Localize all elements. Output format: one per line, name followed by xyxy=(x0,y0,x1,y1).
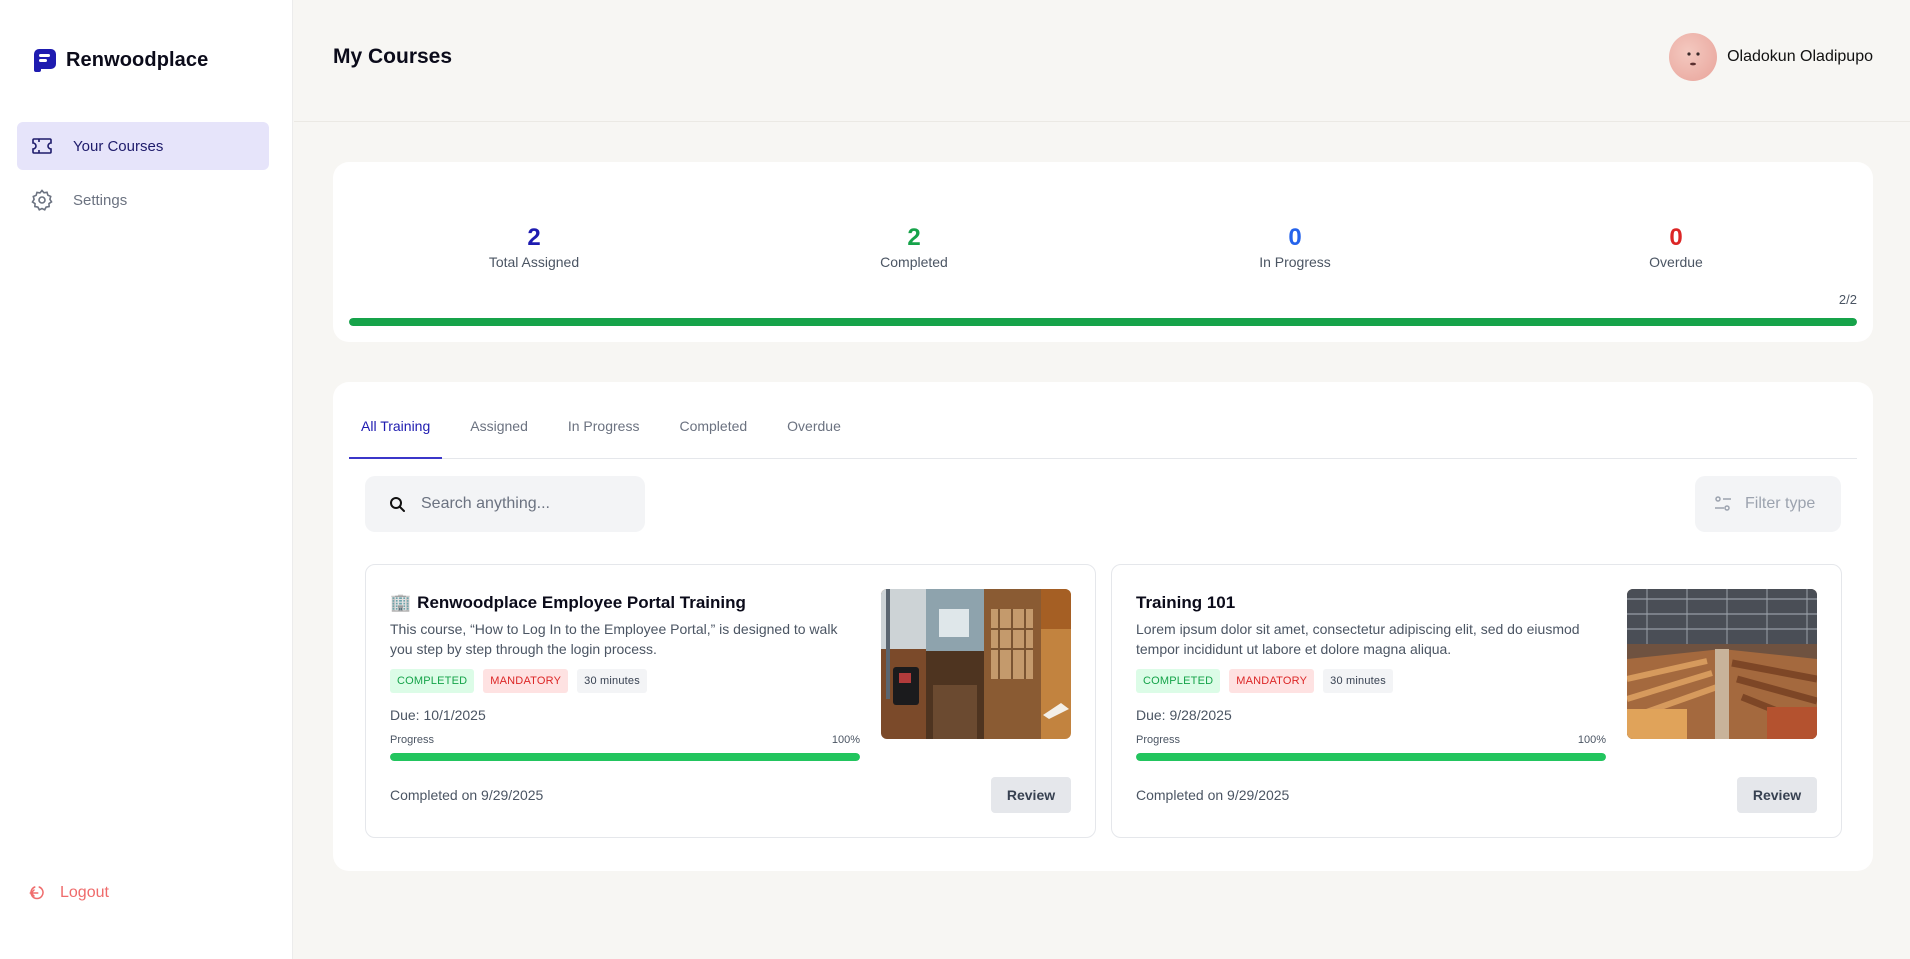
user-profile[interactable]: Oladokun Oladipupo xyxy=(1669,33,1873,81)
stat-value: 0 xyxy=(1669,224,1683,251)
course-title-row: Training 101 xyxy=(1136,593,1235,613)
due-date: Due: 9/28/2025 xyxy=(1136,707,1232,723)
tab-completed[interactable]: Completed xyxy=(667,382,759,459)
duration-badge: 30 minutes xyxy=(1323,669,1393,693)
duration-badge: 30 minutes xyxy=(577,669,647,693)
progress-percent: 100% xyxy=(831,734,860,746)
sidebar-item-label: Your Courses xyxy=(73,137,164,155)
course-title: Training 101 xyxy=(1136,593,1236,612)
tab-all-training[interactable]: All Training xyxy=(349,382,443,459)
brand-logo-icon xyxy=(34,49,56,72)
stat-completed: 2 Completed xyxy=(784,224,1044,270)
mandatory-badge: MANDATORY xyxy=(483,669,569,693)
ticket-icon xyxy=(32,138,52,154)
stat-value: 2 xyxy=(907,224,921,251)
review-button[interactable]: Review xyxy=(1737,777,1817,813)
tab-assigned[interactable]: Assigned xyxy=(458,382,540,459)
completed-on: Completed on 9/29/2025 xyxy=(390,787,544,803)
logout-icon xyxy=(29,886,44,900)
sidebar: Renwoodplace Your Courses Settings Logou… xyxy=(0,0,293,959)
course-title: Renwoodplace Employee Portal Training xyxy=(417,593,746,612)
course-thumbnail xyxy=(881,589,1071,739)
course-card: Training 101 Lorem ipsum dolor sit amet,… xyxy=(1111,564,1842,838)
stat-in-progress: 0 In Progress xyxy=(1165,224,1425,270)
progress-fill xyxy=(390,753,860,761)
due-date: Due: 10/1/2025 xyxy=(390,707,486,723)
stat-total-assigned: 2 Total Assigned xyxy=(404,224,664,270)
stat-value: 0 xyxy=(1288,224,1302,251)
building-icon: 🏢 xyxy=(390,593,412,612)
sidebar-item-settings[interactable]: Settings xyxy=(17,176,269,224)
sidebar-item-label: Settings xyxy=(73,191,128,209)
avatar-face-icon xyxy=(1687,52,1700,66)
user-name: Oladokun Oladipupo xyxy=(1727,48,1873,65)
avatar xyxy=(1669,33,1718,81)
page-title: My Courses xyxy=(333,45,453,68)
status-badge: COMPLETED xyxy=(390,669,475,693)
filter-type-button[interactable]: Filter type xyxy=(1695,476,1841,532)
brand-name: Renwoodplace xyxy=(66,48,209,71)
logout-button[interactable]: Logout xyxy=(28,884,109,902)
sidebar-nav: Your Courses Settings xyxy=(17,122,269,230)
overall-progress-bar xyxy=(349,318,1857,326)
stat-label: Total Assigned xyxy=(488,254,580,270)
stat-label: In Progress xyxy=(1259,254,1331,270)
progress-bar xyxy=(1136,753,1606,761)
search-box xyxy=(365,476,645,532)
mandatory-badge: MANDATORY xyxy=(1229,669,1315,693)
course-card: 🏢 Renwoodplace Employee Portal Training … xyxy=(365,564,1096,838)
course-badges: COMPLETED MANDATORY 30 minutes xyxy=(1136,669,1393,693)
course-description: Lorem ipsum dolor sit amet, consectetur … xyxy=(1136,621,1580,657)
gear-icon xyxy=(31,189,53,211)
stat-label: Overdue xyxy=(1649,254,1703,270)
search-input[interactable] xyxy=(421,495,621,513)
progress-bar xyxy=(390,753,860,761)
overall-progress-fill xyxy=(349,318,1857,326)
progress-percent: 100% xyxy=(1577,734,1606,746)
progress-label: Progress xyxy=(390,734,435,746)
search-icon xyxy=(390,497,405,512)
stat-label: Completed xyxy=(880,254,948,270)
review-button[interactable]: Review xyxy=(991,777,1071,813)
filter-sliders-icon xyxy=(1715,496,1731,511)
overall-progress-count: 2/2 xyxy=(1838,292,1857,307)
logout-label: Logout xyxy=(60,884,109,901)
status-badge: COMPLETED xyxy=(1136,669,1221,693)
course-title-row: 🏢 Renwoodplace Employee Portal Training xyxy=(390,593,746,613)
sidebar-item-your-courses[interactable]: Your Courses xyxy=(17,122,269,170)
stats-card: 2 Total Assigned 2 Completed 0 In Progre… xyxy=(333,162,1873,342)
lumber-warehouse-image xyxy=(1627,589,1817,739)
wood-flooring-image xyxy=(881,589,1071,739)
stat-overdue: 0 Overdue xyxy=(1546,224,1806,270)
brand[interactable]: Renwoodplace xyxy=(32,47,208,73)
tab-in-progress[interactable]: In Progress xyxy=(556,382,652,459)
completed-on: Completed on 9/29/2025 xyxy=(1136,787,1290,803)
training-tabs: All Training Assigned In Progress Comple… xyxy=(349,382,1857,459)
course-description: This course, “How to Log In to the Emplo… xyxy=(390,621,838,657)
progress-label: Progress xyxy=(1136,734,1181,746)
progress-fill xyxy=(1136,753,1606,761)
course-thumbnail xyxy=(1627,589,1817,739)
filter-type-label: Filter type xyxy=(1745,495,1816,512)
course-badges: COMPLETED MANDATORY 30 minutes xyxy=(390,669,647,693)
tab-overdue[interactable]: Overdue xyxy=(775,382,853,459)
courses-panel: All Training Assigned In Progress Comple… xyxy=(333,382,1873,871)
stat-value: 2 xyxy=(527,224,541,251)
top-header: My Courses Oladokun Oladipupo xyxy=(294,0,1910,122)
